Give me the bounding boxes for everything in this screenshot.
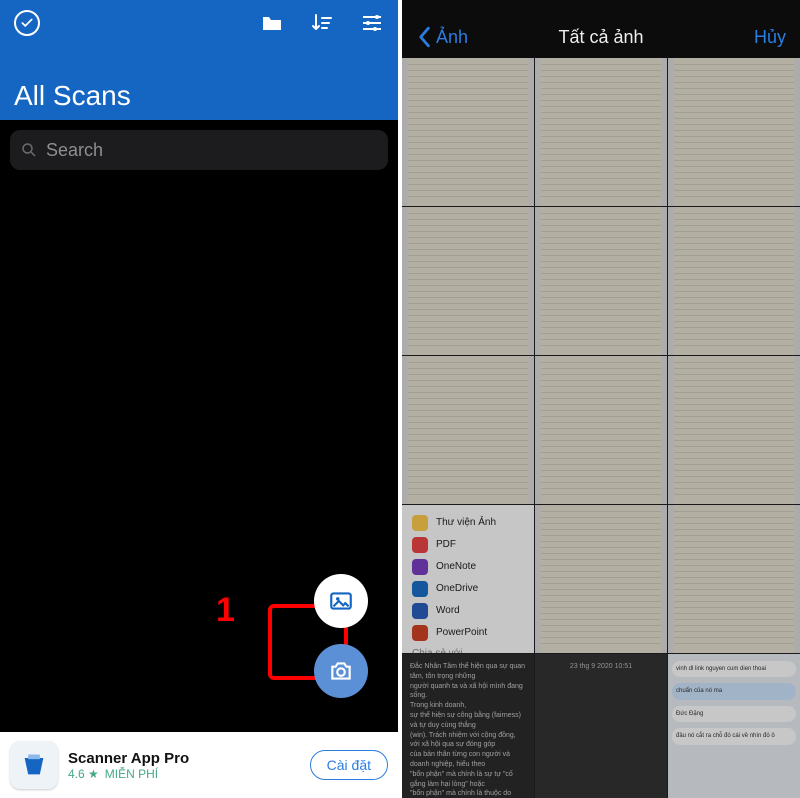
- share-sheet-thumbnail[interactable]: Thư viện Ảnh PDF OneNote OneDrive Word P…: [402, 505, 534, 653]
- photo-picker-screen: Ảnh Tất cả ảnh Hủy Thư viện Ảnh PDF OneN…: [402, 0, 800, 798]
- fab-stack: [314, 574, 368, 698]
- picture-icon: [328, 588, 354, 614]
- scanner-icon: [20, 751, 48, 779]
- toolbar: [14, 10, 384, 36]
- photo-thumbnail[interactable]: [668, 356, 800, 504]
- chat-thumbnail[interactable]: vinh dl link nguyen cum dien thoai chuẩn…: [668, 654, 800, 798]
- ad-banner[interactable]: Scanner App Pro 4.6 ★ MIỄN PHÍ Cài đặt: [0, 732, 398, 798]
- photo-thumbnail[interactable]: [668, 58, 800, 206]
- notes-thumbnail[interactable]: Đắc Nhân Tâm thể hiện qua sự quan tâm, t…: [402, 654, 534, 798]
- photo-thumbnail[interactable]: [535, 207, 667, 355]
- back-label: Ảnh: [436, 27, 468, 48]
- folder-icon[interactable]: [260, 11, 284, 35]
- photo-thumbnail[interactable]: [402, 207, 534, 355]
- camera-button[interactable]: [314, 644, 368, 698]
- cancel-button[interactable]: Hủy: [754, 27, 786, 48]
- ad-title: Scanner App Pro: [68, 750, 300, 767]
- photo-grid: Thư viện Ảnh PDF OneNote OneDrive Word P…: [402, 58, 800, 798]
- ad-app-icon: [10, 741, 58, 789]
- select-mode-toggle[interactable]: [14, 10, 40, 36]
- camera-icon: [328, 658, 354, 684]
- ad-text: Scanner App Pro 4.6 ★ MIỄN PHÍ: [68, 750, 300, 781]
- ad-rating: 4.6 ★: [68, 767, 99, 781]
- search-input[interactable]: Search: [10, 130, 388, 170]
- photo-thumbnail[interactable]: [402, 58, 534, 206]
- photo-thumbnail[interactable]: [535, 505, 667, 653]
- import-image-button[interactable]: [314, 574, 368, 628]
- search-placeholder: Search: [46, 140, 103, 161]
- photo-thumbnail[interactable]: [402, 356, 534, 504]
- photo-thumbnail[interactable]: [535, 58, 667, 206]
- photo-thumbnail[interactable]: [668, 505, 800, 653]
- ad-price: MIỄN PHÍ: [105, 767, 158, 781]
- nav-bar: Ảnh Tất cả ảnh Hủy: [402, 0, 800, 58]
- check-icon: [20, 16, 34, 30]
- header: All Scans: [0, 0, 398, 120]
- search-icon: [20, 141, 38, 159]
- back-button[interactable]: Ảnh: [416, 26, 468, 48]
- sort-icon[interactable]: [310, 11, 334, 35]
- photo-thumbnail[interactable]: [668, 207, 800, 355]
- photo-thumbnail[interactable]: 23 thg 9 2020 10:51: [535, 654, 667, 798]
- scanner-all-scans-screen: All Scans Search 1 Scanner App Pro 4.6 ★…: [0, 0, 398, 798]
- page-title: All Scans: [14, 80, 384, 112]
- date-chip: 23 thg 9 2020 10:51: [564, 660, 638, 674]
- chevron-left-icon: [416, 26, 432, 48]
- photo-thumbnail[interactable]: [535, 356, 667, 504]
- settings-sliders-icon[interactable]: [360, 11, 384, 35]
- annotation-step-1: 1: [216, 591, 235, 630]
- install-button[interactable]: Cài đặt: [310, 750, 388, 780]
